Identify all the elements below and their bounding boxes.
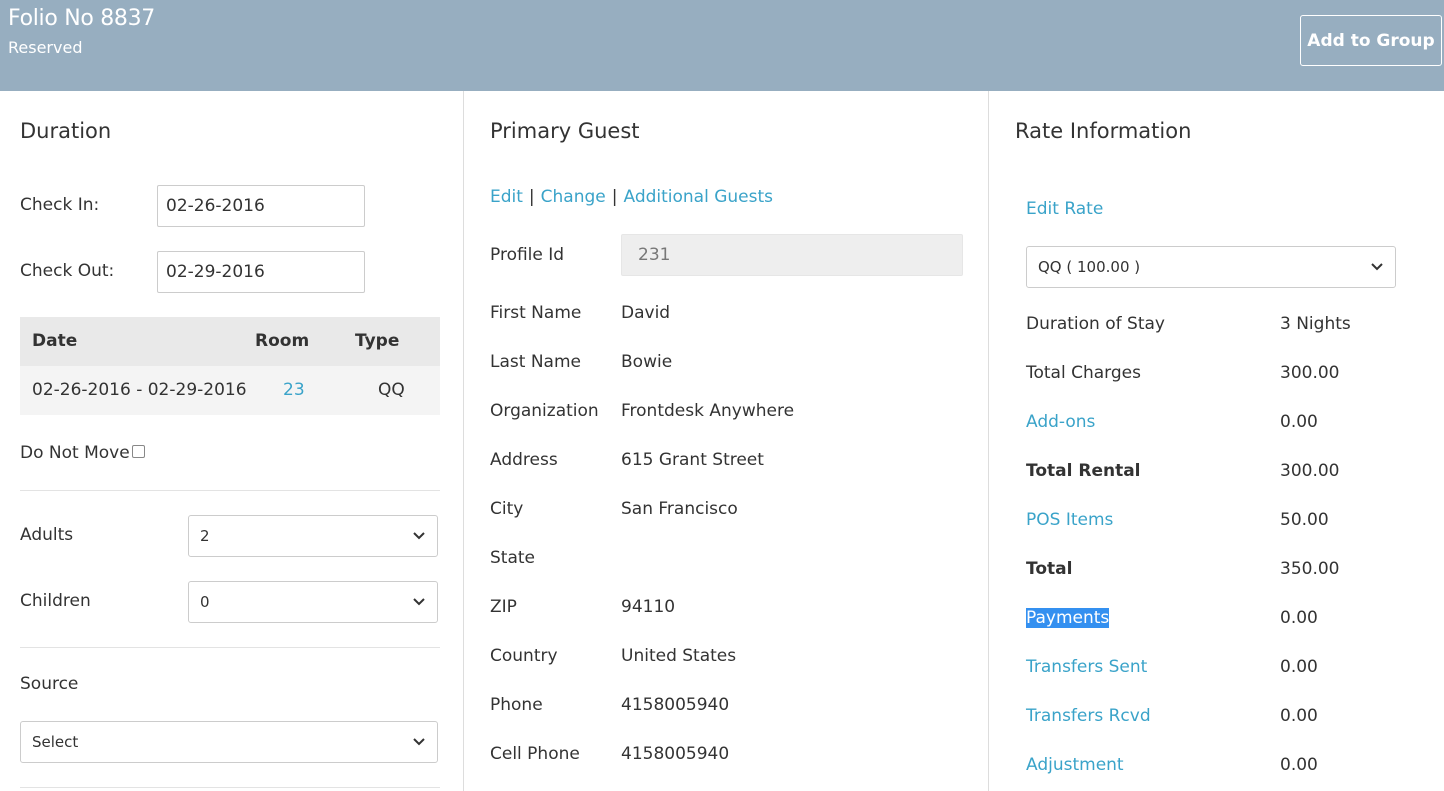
check-out-input[interactable]: [157, 251, 365, 293]
zip-label: ZIP: [490, 597, 517, 617]
adjustment-value: 0.00: [1280, 755, 1318, 775]
divider: [20, 787, 440, 788]
link-separator: |: [611, 187, 618, 207]
children-select-value: 0: [200, 593, 210, 611]
last-name-label: Last Name: [490, 352, 581, 372]
cell-phone-value: 4158005940: [621, 744, 730, 764]
duration-of-stay-label: Duration of Stay: [1026, 314, 1165, 334]
address-value: 615 Grant Street: [621, 450, 764, 470]
organization-value: Frontdesk Anywhere: [621, 401, 795, 421]
children-label: Children: [20, 591, 91, 611]
room-type: QQ: [378, 380, 405, 400]
duration-title: Duration: [20, 119, 112, 143]
source-label: Source: [20, 674, 79, 694]
transfers-rcvd-link[interactable]: Transfers Rcvd: [1026, 706, 1151, 726]
column-header-room: Room: [255, 331, 310, 351]
rate-information-title: Rate Information: [1015, 119, 1192, 143]
city-value: San Francisco: [621, 499, 738, 519]
stay-dates: 02-26-2016 - 02-29-2016: [32, 380, 247, 400]
column-header-type: Type: [355, 331, 400, 351]
chevron-down-icon: [413, 738, 425, 746]
payments-link[interactable]: Payments: [1026, 608, 1110, 628]
rate-plan-select[interactable]: QQ ( 100.00 ): [1026, 246, 1396, 288]
link-separator: |: [528, 187, 535, 207]
add-to-group-button[interactable]: Add to Group: [1300, 15, 1442, 66]
total-charges-label: Total Charges: [1026, 363, 1141, 383]
duration-of-stay-value: 3 Nights: [1280, 314, 1351, 334]
primary-guest-title: Primary Guest: [490, 119, 640, 143]
adjustment-link[interactable]: Adjustment: [1026, 755, 1124, 775]
check-in-input[interactable]: [157, 185, 365, 227]
divider: [20, 647, 440, 648]
organization-label: Organization: [490, 401, 599, 421]
do-not-move-checkbox[interactable]: [132, 445, 145, 458]
additional-guests-link[interactable]: Additional Guests: [623, 187, 773, 207]
chevron-down-icon: [413, 532, 425, 540]
transfers-sent-value: 0.00: [1280, 657, 1318, 677]
total-label: Total: [1026, 559, 1073, 579]
adults-label: Adults: [20, 525, 74, 545]
payments-value: 0.00: [1280, 608, 1318, 628]
folio-header: Folio No 8837 Reserved Add to Group: [0, 0, 1444, 91]
country-label: Country: [490, 646, 558, 666]
room-number-link[interactable]: 23: [283, 380, 305, 400]
total-rental-label: Total Rental: [1026, 461, 1141, 481]
total-rental-value: 300.00: [1280, 461, 1340, 481]
zip-value: 94110: [621, 597, 676, 617]
rate-plan-select-value: QQ ( 100.00 ): [1038, 258, 1141, 276]
phone-label: Phone: [490, 695, 543, 715]
column-divider: [463, 91, 464, 791]
folio-status: Reserved: [8, 38, 83, 57]
pos-items-link[interactable]: POS Items: [1026, 510, 1113, 530]
phone-value: 4158005940: [621, 695, 730, 715]
adults-select-value: 2: [200, 527, 210, 545]
table-header: Date Room Type: [20, 317, 440, 366]
profile-id-field[interactable]: [621, 234, 963, 276]
address-label: Address: [490, 450, 558, 470]
chevron-down-icon: [1371, 263, 1383, 271]
add-ons-value: 0.00: [1280, 412, 1318, 432]
table-row: 02-26-2016 - 02-29-2016 23 QQ: [20, 366, 440, 415]
add-ons-link[interactable]: Add-ons: [1026, 412, 1095, 432]
divider: [20, 490, 440, 491]
column-header-date: Date: [32, 331, 78, 351]
transfers-rcvd-value: 0.00: [1280, 706, 1318, 726]
check-in-label: Check In:: [20, 195, 100, 215]
total-value: 350.00: [1280, 559, 1340, 579]
change-guest-link[interactable]: Change: [541, 187, 606, 207]
folio-title: Folio No 8837: [8, 6, 156, 31]
do-not-move-label: Do Not Move: [20, 443, 130, 463]
first-name-label: First Name: [490, 303, 582, 323]
pos-items-value: 50.00: [1280, 510, 1329, 530]
check-out-label: Check Out:: [20, 261, 115, 281]
state-label: State: [490, 548, 535, 568]
source-select-value: Select: [32, 733, 79, 751]
chevron-down-icon: [413, 598, 425, 606]
room-assignment-table: Date Room Type 02-26-2016 - 02-29-2016 2…: [20, 317, 440, 415]
transfers-sent-link[interactable]: Transfers Sent: [1026, 657, 1147, 677]
edit-guest-link[interactable]: Edit: [490, 187, 523, 207]
first-name-value: David: [621, 303, 671, 323]
city-label: City: [490, 499, 524, 519]
total-charges-value: 300.00: [1280, 363, 1340, 383]
edit-rate-link[interactable]: Edit Rate: [1026, 199, 1103, 219]
column-divider: [988, 91, 989, 791]
source-select[interactable]: Select: [20, 721, 438, 763]
profile-id-label: Profile Id: [490, 245, 565, 265]
guest-actions: Edit | Change | Additional Guests: [490, 187, 773, 207]
cell-phone-label: Cell Phone: [490, 744, 580, 764]
children-select[interactable]: 0: [188, 581, 438, 623]
adults-select[interactable]: 2: [188, 515, 438, 557]
country-value: United States: [621, 646, 737, 666]
last-name-value: Bowie: [621, 352, 673, 372]
